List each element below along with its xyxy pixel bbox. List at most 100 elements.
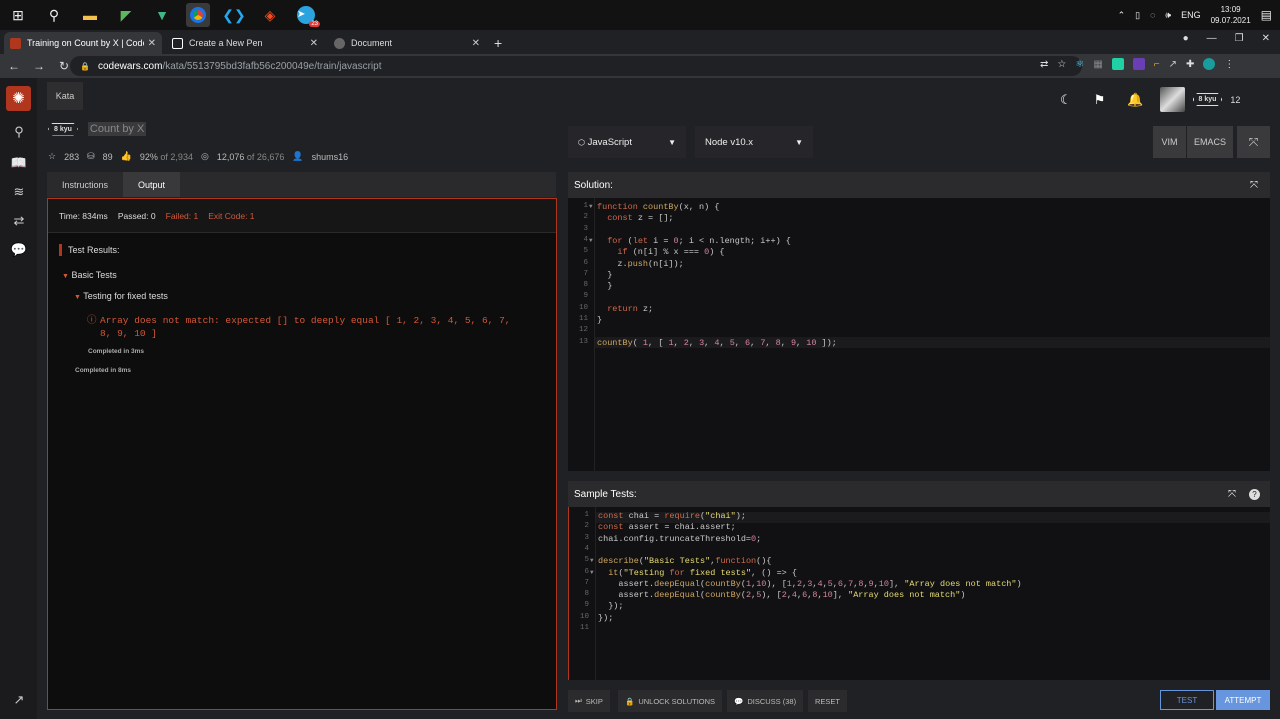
close-icon[interactable]: ✕	[310, 38, 318, 49]
close-icon[interactable]: ✕	[472, 38, 480, 49]
fold-icon[interactable]: ▼	[589, 237, 593, 244]
language-indicator[interactable]: ENG	[1181, 10, 1201, 20]
dark-mode-icon[interactable]: ☾	[1060, 92, 1072, 108]
emacs-mode-button[interactable]: EMACS	[1187, 126, 1233, 158]
attempt-button[interactable]: ATTEMPT	[1216, 690, 1270, 710]
sample-tests-editor[interactable]: 1 const chai = require("chai"); 2 const ass…	[568, 507, 1270, 680]
restore-icon[interactable]: ❐	[1235, 33, 1244, 44]
expand-sidebar-icon[interactable]: ↗	[10, 692, 28, 710]
solution-header: Solution: ⤧	[568, 172, 1270, 198]
extension-icon[interactable]	[1132, 58, 1145, 70]
line-number: 9	[583, 292, 588, 301]
window-close-icon[interactable]: ✕	[1262, 33, 1270, 44]
menu-icon[interactable]: ⋮	[1224, 59, 1234, 70]
solution-editor[interactable]: 1 ▼ function countBy(x, n) {2 const z = []…	[568, 198, 1270, 471]
extension-icon[interactable]: ⌐	[1154, 59, 1160, 70]
url-bar[interactable]: 🔒 codewars.com/kata/5513795bd3fafb56c200…	[70, 56, 1082, 76]
vscode-icon[interactable]: ❮❯	[222, 3, 246, 27]
back-icon[interactable]: ←	[3, 59, 25, 73]
code-line: return z;	[607, 303, 654, 314]
expand-icon[interactable]: ⤧	[1250, 180, 1258, 191]
fullscreen-icon[interactable]: ⤧	[1237, 126, 1270, 158]
system-tray: ⌃ ▯ ◌ 🕪 ENG 13:09 09.07.2021 ▤	[1118, 0, 1272, 30]
runtime-select[interactable]: Node v10.x ▼	[695, 126, 813, 158]
tab-document[interactable]: Document ✕	[328, 32, 486, 54]
line-number: 5	[584, 556, 589, 565]
star-icon[interactable]: ☆	[1057, 59, 1066, 70]
discuss-button[interactable]: 💬 DISCUSS (38)	[727, 690, 804, 712]
vue-icon[interactable]: ▼	[150, 3, 174, 27]
line-number: 7	[584, 578, 589, 587]
search-icon[interactable]: ⚲	[10, 124, 28, 142]
code-line: describe("Basic Tests",function(){	[598, 556, 772, 567]
language-select[interactable]: ⬡ JavaScript ▼	[568, 126, 686, 158]
fold-icon[interactable]: ▼	[590, 557, 594, 564]
skip-button[interactable]: ⏭ SKIP	[568, 690, 610, 712]
bell-icon[interactable]: 🔔	[1127, 92, 1143, 108]
volume-icon[interactable]: 🕪	[1165, 10, 1171, 21]
url-host: codewars.com	[97, 60, 163, 72]
profile-icon[interactable]: ●	[1183, 33, 1189, 44]
line-number: 1	[584, 511, 589, 519]
avatar[interactable]	[1159, 87, 1185, 112]
line-number: 1	[583, 202, 588, 210]
skip-label: SKIP	[585, 696, 603, 706]
clock[interactable]: 13:09 09.07.2021	[1211, 4, 1251, 26]
test-subgroup[interactable]: ▼ Testing for fixed tests	[74, 291, 168, 301]
line-number: 10	[579, 612, 589, 621]
tab-codewars[interactable]: Training on Count by X | Codewars ✕	[4, 32, 162, 54]
fold-icon[interactable]: ▼	[590, 569, 594, 576]
book-icon[interactable]: 📖	[10, 155, 28, 173]
tab-codepen[interactable]: Create a New Pen ✕	[166, 32, 324, 54]
forward-icon[interactable]: →	[28, 59, 50, 73]
fold-icon[interactable]: ▼	[589, 203, 593, 210]
unlock-solutions-button[interactable]: 🔒 UNLOCK SOLUTIONS	[618, 690, 723, 712]
extension-icon[interactable]: ▦	[1093, 59, 1102, 70]
telegram-icon[interactable]: ➤ 23	[294, 3, 320, 27]
globe-icon	[334, 37, 345, 49]
battery-icon[interactable]: ▯	[1135, 10, 1140, 21]
app-icon[interactable]: ◤	[114, 3, 138, 27]
notifications-icon[interactable]: ▤	[1261, 8, 1272, 22]
react-devtools-icon[interactable]: ⚛	[1075, 59, 1084, 70]
minimize-icon[interactable]: —	[1207, 33, 1217, 44]
chevron-down-icon: ▼	[668, 137, 676, 147]
windows-taskbar: ⊞ ⚲ ▬ ◤ ▼ ❮❯ ◈ ➤ 23 ⌃ ▯ ◌ 🕪 ENG 13:09 09.…	[0, 0, 1280, 30]
file-explorer-icon[interactable]: ▬	[78, 3, 102, 27]
star-icon[interactable]: ☆	[48, 151, 56, 162]
network-icon[interactable]: ◌	[1150, 10, 1155, 20]
expand-icon[interactable]: ⤧	[1228, 489, 1236, 500]
extension-icon[interactable]	[1111, 58, 1124, 70]
new-tab-icon[interactable]: +	[494, 35, 502, 51]
search-icon[interactable]: ⚲	[42, 3, 66, 27]
satisfaction-of: of 2,934	[160, 151, 193, 162]
reset-button[interactable]: RESET	[808, 690, 848, 712]
tab-instructions[interactable]: Instructions	[47, 172, 123, 197]
test-group[interactable]: ▼ Basic Tests	[62, 270, 117, 280]
rss-icon[interactable]: ≋	[10, 184, 28, 202]
chat-icon[interactable]: 💬	[10, 242, 28, 260]
chevron-up-icon[interactable]: ⌃	[1118, 10, 1126, 21]
chrome-icon[interactable]	[186, 3, 210, 27]
test-error: ⓘ Array does not match: expected [] to d…	[87, 314, 527, 340]
extension-icon[interactable]: ↗	[1169, 59, 1177, 70]
figma-icon[interactable]: ◈	[258, 3, 282, 27]
line-number: 7	[583, 269, 588, 278]
vim-mode-button[interactable]: VIM	[1153, 126, 1186, 158]
windows-start-icon[interactable]: ⊞	[6, 3, 30, 27]
codewars-logo[interactable]: ✺	[6, 86, 31, 111]
author-link[interactable]: shums16	[312, 152, 349, 162]
clock-time: 13:09	[1220, 5, 1241, 14]
practice-icon[interactable]: ⇄	[10, 213, 28, 231]
run-failed: Failed: 1	[165, 210, 199, 221]
translate-icon[interactable]: ⇄	[1040, 59, 1048, 70]
kata-nav-tab[interactable]: Kata	[47, 82, 83, 110]
bookmark-icon[interactable]: ⚑	[1094, 92, 1106, 108]
chat-icon: 💬	[734, 696, 744, 706]
test-button[interactable]: TEST	[1160, 690, 1214, 710]
puzzle-icon[interactable]: ✚	[1186, 59, 1194, 70]
tab-output[interactable]: Output	[123, 172, 181, 197]
help-icon[interactable]: ?	[1249, 488, 1260, 500]
profile-avatar-icon[interactable]	[1203, 58, 1216, 70]
close-icon[interactable]: ✕	[148, 38, 156, 49]
